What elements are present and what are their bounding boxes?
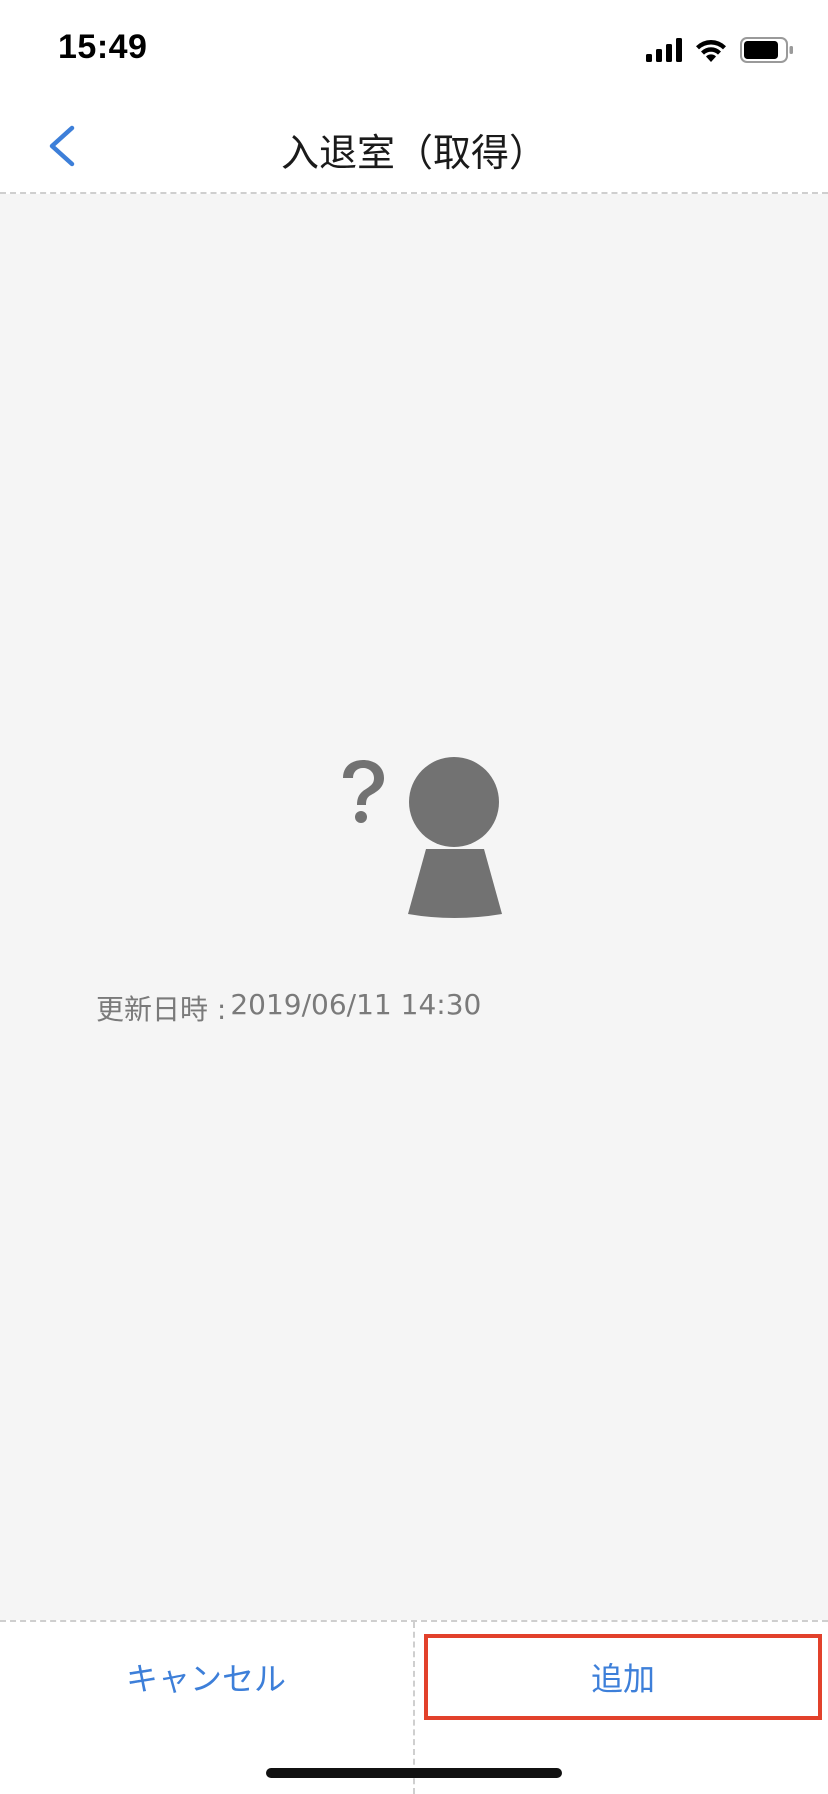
status-bar: 15:49 (0, 0, 828, 100)
main-content: 更新日時 : 2019/06/11 14:30 (0, 194, 828, 1620)
battery-icon (740, 37, 793, 63)
action-bar: キャンセル 追加 (0, 1620, 828, 1794)
unknown-person-icon (343, 757, 502, 918)
updated-value: 2019/06/11 14:30 (230, 988, 482, 1021)
updated-label: 更新日時 : (96, 993, 227, 1026)
status-time: 15:49 (58, 28, 148, 66)
navigation-bar: 入退室（取得） (0, 100, 828, 194)
home-indicator[interactable] (266, 1768, 562, 1778)
updated-datetime: 更新日時 : 2019/06/11 14:30 (96, 988, 481, 1028)
status-icons (646, 34, 794, 66)
wifi-icon (696, 39, 726, 62)
add-button[interactable]: 追加 (424, 1634, 822, 1720)
cellular-signal-icon (646, 38, 682, 62)
page-title: 入退室（取得） (280, 131, 547, 175)
cancel-button[interactable]: キャンセル (0, 1636, 412, 1718)
